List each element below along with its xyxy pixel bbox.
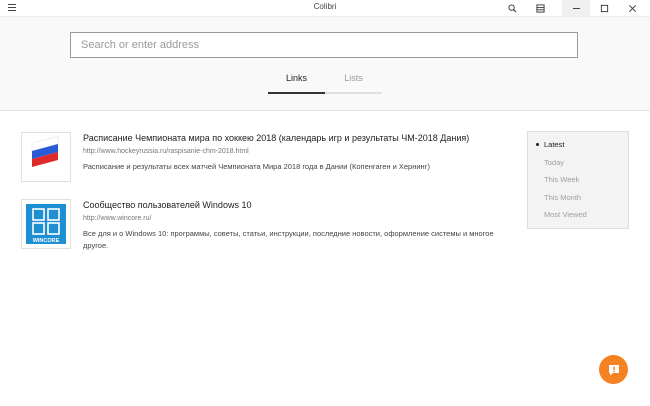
address-bar[interactable]: [70, 32, 578, 58]
filter-latest[interactable]: Latest: [528, 139, 628, 157]
filter-label: Latest: [544, 140, 565, 149]
filter-label: This Month: [544, 192, 582, 202]
tab-links[interactable]: Links: [268, 70, 325, 94]
filter-this-week[interactable]: This Week: [528, 174, 628, 192]
layout-button[interactable]: [526, 0, 554, 16]
address-input[interactable]: [79, 38, 577, 52]
tab-lists[interactable]: Lists: [325, 70, 382, 94]
filter-label: This Week: [544, 175, 580, 184]
search-button[interactable]: [498, 0, 526, 16]
active-dot-icon: [536, 143, 539, 146]
result-description: Расписание и результаты всех матчей Чемп…: [83, 162, 430, 171]
close-button[interactable]: [618, 0, 646, 16]
close-icon: [628, 4, 636, 12]
filter-this-month[interactable]: This Month: [528, 192, 628, 210]
filter-today[interactable]: Today: [528, 157, 628, 175]
result-url[interactable]: http://www.hockeyrussia.ru/raspisanie-ch…: [83, 148, 503, 155]
time-filter-panel: Latest Today This Week This Month Most V…: [527, 131, 629, 229]
filter-label: Today: [544, 157, 565, 167]
minimize-button[interactable]: [562, 0, 590, 16]
feedback-button[interactable]: [599, 355, 628, 384]
filter-label: Most Viewed: [544, 210, 587, 219]
search-icon: [507, 3, 516, 12]
layout-icon: [535, 3, 545, 13]
result-thumbnail[interactable]: WINCORE: [21, 199, 71, 249]
maximize-icon: [600, 4, 608, 12]
russian-flag-icon: [31, 135, 59, 167]
wincore-logo-text: WINCORE: [33, 238, 60, 244]
result-thumbnail[interactable]: [21, 132, 71, 182]
filter-most-viewed[interactable]: Most Viewed: [528, 209, 628, 227]
result-title[interactable]: Расписание Чемпионата мира по хоккею 201…: [83, 132, 503, 144]
maximize-button[interactable]: [590, 0, 618, 16]
top-panel: Links Lists: [0, 17, 650, 111]
result-description: Все для и о Windows 10: программы, совет…: [83, 229, 494, 250]
result-body: Сообщество пользователей Windows 10 http…: [83, 199, 503, 252]
result-body: Расписание Чемпионата мира по хоккею 201…: [83, 132, 503, 173]
feedback-icon: [608, 364, 619, 375]
result-url[interactable]: http://www.wincore.ru/: [83, 215, 503, 222]
minimize-icon: [572, 7, 580, 9]
wincore-logo-icon: WINCORE: [26, 204, 66, 244]
title-bar: Colibri: [0, 0, 650, 17]
main-content: Расписание Чемпионата мира по хоккею 201…: [0, 111, 650, 406]
result-title[interactable]: Сообщество пользователей Windows 10: [83, 199, 503, 211]
tab-bar: Links Lists: [268, 70, 382, 94]
